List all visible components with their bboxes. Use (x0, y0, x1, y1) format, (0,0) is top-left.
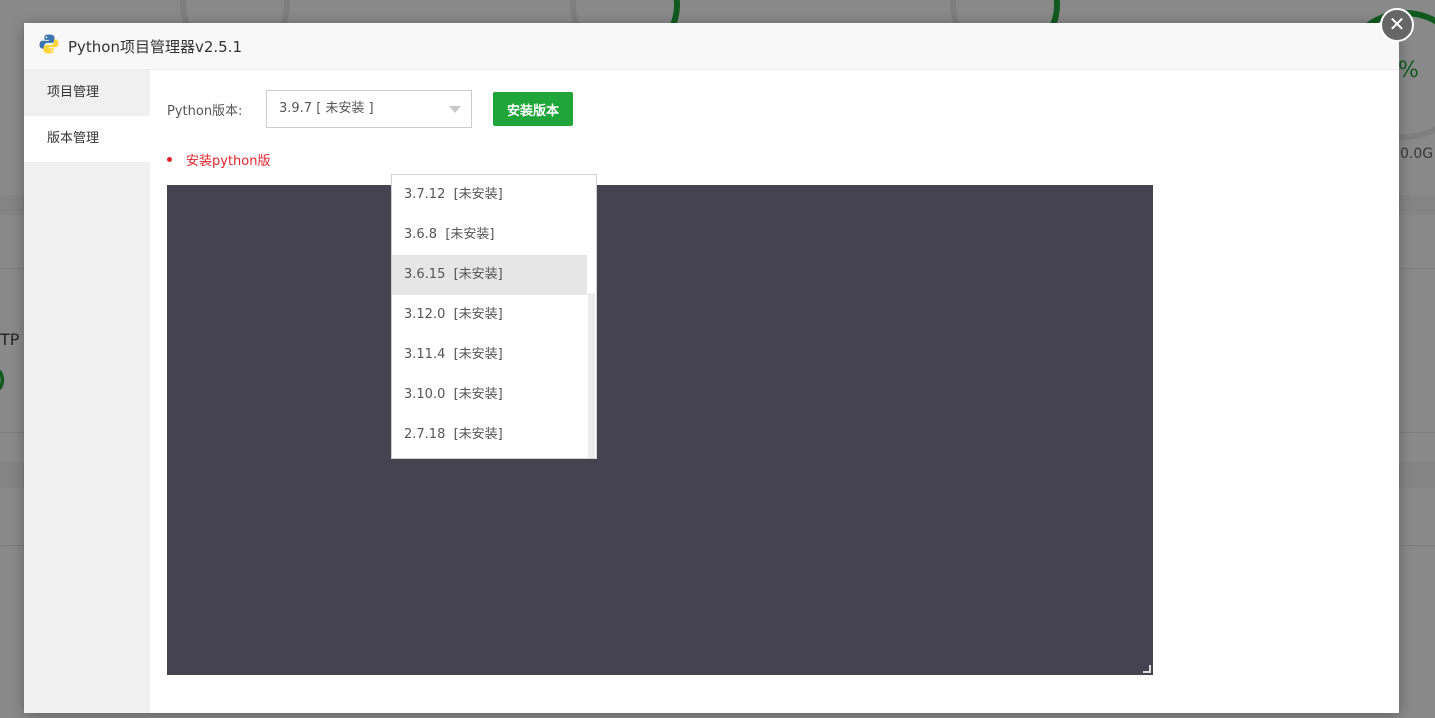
dropdown-option-3-10-0[interactable]: 3.10.0 [未安装] (392, 375, 587, 415)
version-management-panel: Python版本: 3.9.7 [ 未安装 ] 安装版本 安装python版 3… (150, 70, 1399, 713)
install-notice: 安装python版 (167, 150, 270, 169)
python-version-label: Python版本: (167, 103, 243, 119)
install-log-console[interactable] (167, 185, 1153, 675)
dialog-title: Python项目管理器v2.5.1 (68, 37, 243, 56)
version-dropdown-list: 3.7.12 [未安装] 3.6.8 [未安装] 3.6.15 [未安装] 3.… (391, 174, 597, 459)
dialog-header: Python项目管理器v2.5.1 (24, 23, 1399, 70)
dropdown-option-3-12-0[interactable]: 3.12.0 [未安装] (392, 295, 587, 335)
resize-handle-icon[interactable] (1143, 665, 1151, 673)
python-logo-icon (38, 33, 60, 59)
dropdown-option-3-11-4[interactable]: 3.11.4 [未安装] (392, 335, 587, 375)
dropdown-option-3-7-12[interactable]: 3.7.12 [未安装] (392, 175, 587, 215)
sidebar-item-project-management[interactable]: 项目管理 (24, 70, 150, 116)
python-manager-dialog: Python项目管理器v2.5.1 项目管理 版本管理 Python版本: 3.… (24, 23, 1399, 713)
install-version-button[interactable]: 安装版本 (493, 92, 573, 126)
python-version-select[interactable]: 3.9.7 [ 未安装 ] (266, 90, 472, 128)
sidebar-item-version-management[interactable]: 版本管理 (24, 116, 150, 162)
bullet-dot-icon (167, 157, 172, 162)
chevron-down-icon (449, 106, 461, 113)
dropdown-option-3-6-15[interactable]: 3.6.15 [未安装] (392, 255, 587, 295)
dropdown-scrollbar-thumb[interactable] (588, 293, 595, 458)
version-form-row: Python版本: 3.9.7 [ 未安装 ] 安装版本 (167, 90, 573, 128)
selected-version-text: 3.9.7 [ 未安装 ] (279, 101, 374, 116)
dialog-sidebar: 项目管理 版本管理 (24, 70, 150, 713)
install-notice-text: 安装python版 (186, 154, 271, 169)
close-icon[interactable]: ✕ (1380, 8, 1414, 42)
dropdown-scrollbar[interactable] (587, 175, 596, 458)
dropdown-option-3-6-8[interactable]: 3.6.8 [未安装] (392, 215, 587, 255)
dropdown-option-2-7-18[interactable]: 2.7.18 [未安装] (392, 415, 587, 455)
